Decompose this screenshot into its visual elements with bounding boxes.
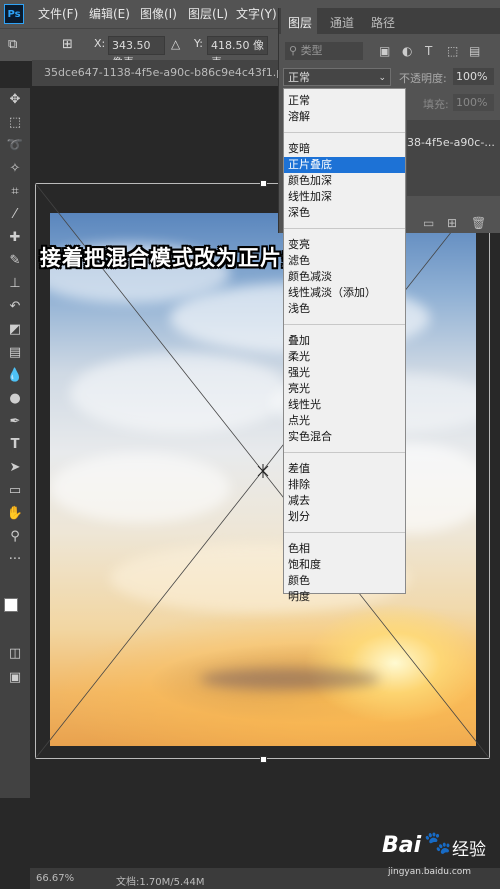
menu-separator (284, 132, 405, 133)
chevron-down-icon: ⌄ (378, 73, 386, 83)
paw-icon: 🐾 (424, 831, 452, 856)
fill-field[interactable]: 100% (453, 94, 494, 111)
filter-adjust-icon[interactable]: ◐ (402, 44, 412, 58)
blend-option[interactable]: 差值 (284, 461, 405, 477)
blend-option[interactable]: 滤色 (284, 253, 405, 269)
filter-type-icon[interactable]: T (425, 44, 432, 58)
fill-label: 填充: (423, 98, 449, 111)
new-group-icon[interactable]: ▭ (423, 216, 434, 230)
blend-option[interactable]: 颜色减淡 (284, 269, 405, 285)
blend-option[interactable]: 变暗 (284, 141, 405, 157)
watermark-brand: Bai (382, 833, 422, 858)
blend-option[interactable]: 线性加深 (284, 189, 405, 205)
blend-option[interactable]: 减去 (284, 493, 405, 509)
blend-mode-value: 正常 (288, 71, 310, 84)
blend-option[interactable]: 点光 (284, 413, 405, 429)
layer-filter-label: 类型 (300, 44, 323, 57)
blend-option[interactable]: 颜色加深 (284, 173, 405, 189)
search-icon: ⚲ (289, 44, 298, 57)
blend-option[interactable]: 溶解 (284, 109, 405, 125)
blend-option[interactable]: 色相 (284, 541, 405, 557)
blend-option[interactable]: 浅色 (284, 301, 405, 317)
tab-channels[interactable]: 通道 (330, 14, 354, 31)
transform-handle-top[interactable] (260, 180, 267, 187)
blend-option[interactable]: 变亮 (284, 237, 405, 253)
watermark-suffix: 经验 (452, 840, 486, 860)
menu-separator (284, 324, 405, 325)
blend-option[interactable]: 亮光 (284, 381, 405, 397)
blend-option[interactable]: 叠加 (284, 333, 405, 349)
blend-option[interactable]: 深色 (284, 205, 405, 221)
filter-smart-icon[interactable]: ▤ (469, 44, 480, 58)
blend-option[interactable]: 线性减淡（添加） (284, 285, 405, 301)
blend-option[interactable]: 线性光 (284, 397, 405, 413)
blend-mode-menu: 正常 溶解变暗 正片叠底 颜色加深 线性加深 深色变亮 滤色 颜色减淡 线性减淡（添加） 浅色叠加… (283, 88, 406, 603)
zoom-level[interactable]: 66.67% (36, 873, 74, 884)
blend-option[interactable]: 饱和度 (284, 557, 405, 573)
blend-option[interactable]: 明度 (284, 589, 405, 605)
layer-filter-field[interactable]: ⚲ 类型 (285, 42, 363, 60)
menu-separator (284, 228, 405, 229)
menu-separator (284, 452, 405, 453)
layer-row[interactable]: 38-4f5e-a90c-... (407, 120, 500, 196)
tab-paths[interactable]: 路径 (371, 14, 395, 31)
transform-handle-bottom[interactable] (260, 756, 267, 763)
tab-layers[interactable]: 图层 (288, 14, 312, 31)
opacity-field[interactable]: 100% (453, 68, 494, 85)
new-layer-icon[interactable]: ⊞ (447, 216, 457, 230)
delete-layer-icon[interactable]: 🗑 (471, 216, 486, 230)
watermark-url: jingyan.baidu.com (388, 867, 472, 877)
blend-mode-select[interactable]: 正常 ⌄ (283, 68, 391, 86)
blend-option[interactable]: 正片叠底 (284, 157, 405, 173)
baidu-jingyan-watermark: Bai 🐾 经验 jingyan.baidu.com (380, 831, 500, 883)
blend-option[interactable]: 排除 (284, 477, 405, 493)
blend-option[interactable]: 颜色 (284, 573, 405, 589)
blend-option[interactable]: 强光 (284, 365, 405, 381)
blend-option[interactable]: 划分 (284, 509, 405, 525)
blend-option[interactable]: 柔光 (284, 349, 405, 365)
document-size: 文档:1.70M/5.44M (116, 877, 205, 888)
opacity-label: 不透明度: (399, 72, 447, 85)
layer-name: 38-4f5e-a90c-... (407, 136, 495, 149)
filter-shape-icon[interactable]: ⬚ (447, 44, 458, 58)
menu-separator (284, 532, 405, 533)
blend-option[interactable]: 实色混合 (284, 429, 405, 445)
blend-option[interactable]: 正常 (284, 93, 405, 109)
filter-pixel-icon[interactable]: ▣ (379, 44, 390, 58)
